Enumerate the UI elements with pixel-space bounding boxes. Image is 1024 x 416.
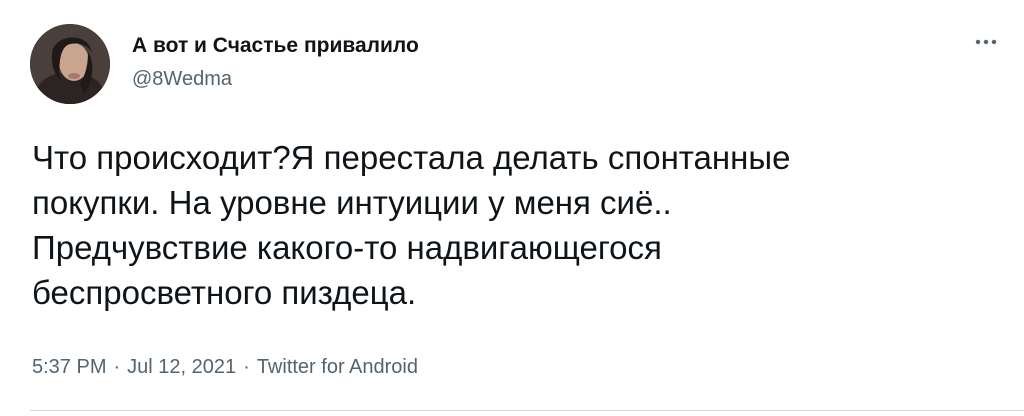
tweet-date-link[interactable]: Jul 12, 2021: [127, 356, 236, 378]
divider: [30, 410, 1024, 411]
tweet-meta: 5:37 PM · Jul 12, 2021 · Twitter for Android: [32, 354, 418, 380]
meta-separator: ·: [243, 356, 250, 378]
avatar-photo: [30, 24, 110, 104]
tweet-text: Что происходит?Я перестала делать спонта…: [32, 139, 791, 311]
user-handle[interactable]: @8Wedma: [132, 67, 419, 91]
user-info: А вот и Счастье привалило @8Wedma: [132, 33, 419, 91]
avatar[interactable]: [30, 24, 110, 104]
tweet-time-link[interactable]: 5:37 PM: [32, 356, 106, 378]
more-horizontal-icon: [975, 39, 997, 45]
tweet-source-link[interactable]: Twitter for Android: [257, 356, 418, 378]
display-name[interactable]: А вот и Счастье привалило: [132, 33, 419, 59]
meta-separator: ·: [113, 356, 121, 378]
more-options-button[interactable]: [968, 30, 1004, 54]
tweet-card: А вот и Счастье привалило @8Wedma Что пр…: [0, 0, 1024, 416]
